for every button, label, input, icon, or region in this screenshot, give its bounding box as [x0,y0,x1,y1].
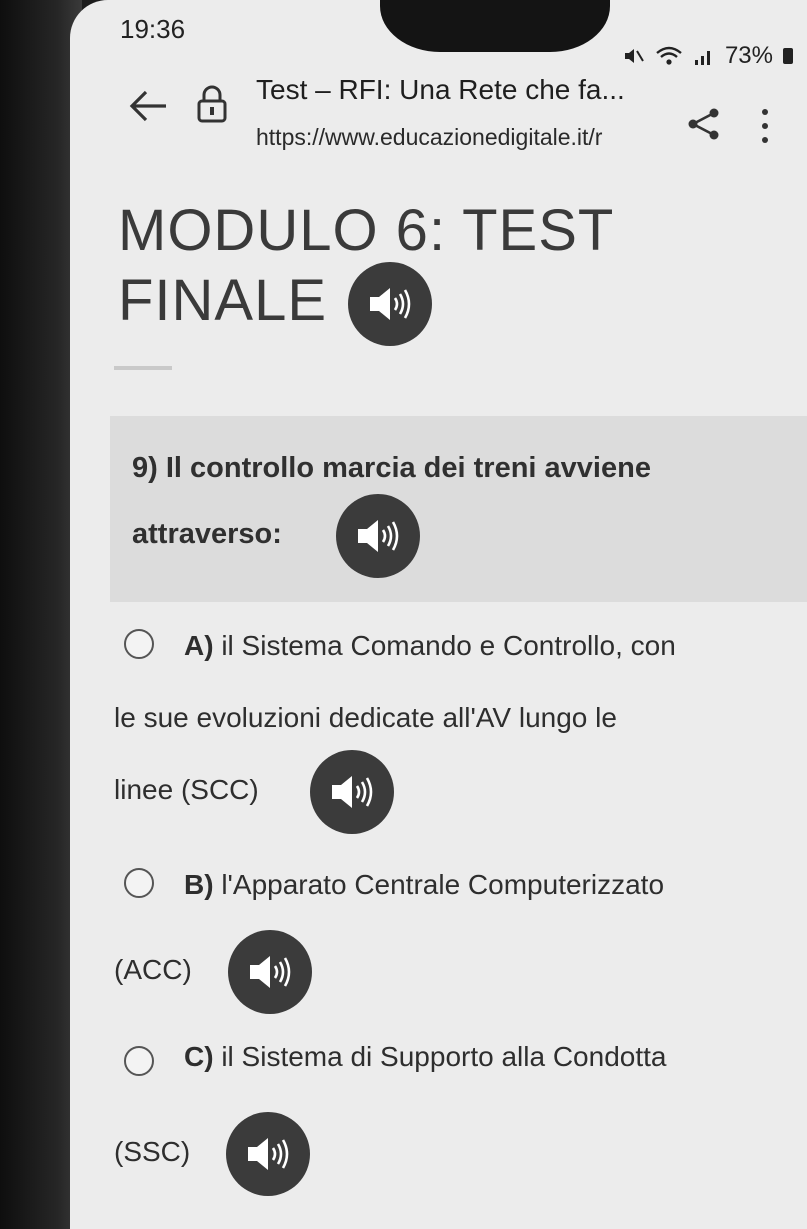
title-speaker-button[interactable] [348,262,432,346]
option-c-text-line2[interactable]: (SSC) [114,1136,190,1168]
speaker-icon [370,288,411,320]
option-b-radio[interactable] [124,868,154,898]
option-b-letter: B) [184,869,214,900]
option-a-text-line1[interactable]: A) il Sistema Comando e Controllo, con [184,630,676,662]
option-a-speaker-button[interactable] [310,750,394,834]
page-tab-title[interactable]: Test – RFI: Una Rete che fa... [256,74,625,106]
camera-notch [380,0,610,52]
option-a-radio[interactable] [124,629,154,659]
speaker-icon [250,956,291,988]
option-c-speaker-button[interactable] [226,1112,310,1196]
speaker-icon [358,520,399,552]
question-text-line1: 9) Il controllo marcia dei treni avviene [132,452,651,484]
option-a-letter: A) [184,630,214,661]
speaker-icon [332,776,373,808]
option-a-text-line2[interactable]: le sue evoluzioni dedicate all'AV lungo … [114,702,617,734]
option-b-speaker-button[interactable] [228,930,312,1014]
question-box [110,416,807,602]
option-c-line1: il Sistema di Supporto alla Condotta [221,1041,667,1072]
status-time: 19:36 [120,14,186,44]
option-c-letter: C) [184,1041,214,1072]
phone-screen: 19:36 73% Test – RFI: Una Rete che fa...… [70,0,807,1229]
share-icon[interactable] [686,106,722,142]
question-speaker-button[interactable] [336,494,420,578]
page-url[interactable]: https://www.educazionedigitale.it/r [256,124,602,151]
browser-url-bar: Test – RFI: Una Rete che fa... https://w… [70,60,807,170]
more-vert-icon[interactable] [758,106,772,146]
option-c-text-line1[interactable]: C) il Sistema di Supporto alla Condotta [184,1041,666,1073]
option-b-line1: l'Apparato Centrale Computerizzato [221,869,665,900]
title-divider [114,366,172,370]
speaker-icon [248,1138,289,1170]
option-a-line1: il Sistema Comando e Controllo, con [221,630,676,661]
option-b-text-line1[interactable]: B) l'Apparato Centrale Computerizzato [184,869,664,901]
lock-icon[interactable] [196,84,228,124]
option-c-radio[interactable] [124,1046,154,1076]
question-text-line2: attraverso: [132,518,282,550]
module-title-line1: MODULO 6: TEST [118,198,615,263]
option-b-text-line2[interactable]: (ACC) [114,954,192,986]
arrow-left-icon[interactable] [126,84,170,128]
option-a-text-line3[interactable]: linee (SCC) [114,774,259,806]
